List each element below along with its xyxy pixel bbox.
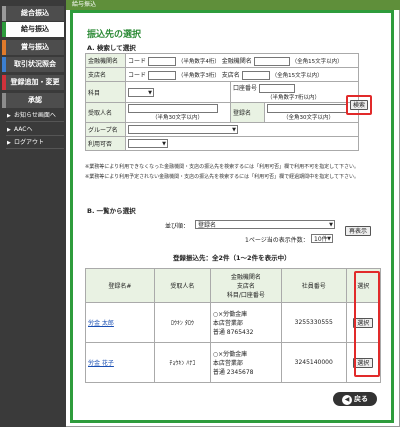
nav-item-torihiki-shokai[interactable]: 取引状況照会	[2, 57, 64, 72]
sort-select[interactable]: 登録名	[195, 220, 335, 230]
sort-label: 並び順：	[165, 223, 190, 230]
bank-name: ○×労働金庫	[212, 351, 248, 358]
branch-code-hint: （半角数字3桁）	[177, 72, 220, 79]
payee-hint: （半角30文字以内）	[152, 115, 203, 121]
nav-sub-notice[interactable]: お知らせ画面へ	[6, 110, 64, 122]
table-row: 労金 太郎 ﾛｳｷﾝ ﾀﾛｳ ○×労働金庫 本店営業部 普通 8765432 3…	[85, 302, 382, 343]
bank-name-input[interactable]	[253, 56, 290, 66]
branch-code-label: コード	[128, 71, 147, 79]
payee-name: ﾁｮｳｷﾝ ﾊﾅｺ	[153, 342, 211, 383]
page-title: 振込先の選択	[87, 30, 142, 40]
account-no-input[interactable]	[258, 84, 295, 93]
reg-name-input[interactable]	[267, 104, 348, 113]
nav-item-sogo-furikomi[interactable]: 総合振込	[2, 6, 64, 21]
back-arrow-icon: ◀	[342, 395, 352, 405]
nav-item-shoyo-furikomi[interactable]: 賞与振込	[2, 40, 64, 55]
group-label: グループ名	[85, 122, 126, 137]
nav-sub-aac[interactable]: AACへ	[6, 124, 64, 136]
back-button[interactable]: ◀ 戻る	[333, 392, 377, 406]
account-info: 普通 8765432	[212, 329, 254, 336]
branch-name-hint: （全角15文字以内）	[271, 72, 323, 79]
reg-name-link[interactable]: 労金 太郎	[88, 320, 114, 327]
reg-name-hint: （全角30文字以内）	[283, 115, 335, 121]
branch-name: 本店営業部	[212, 360, 243, 367]
sidebar-nav: 総合振込 給与振込 賞与振込 取引状況照会 登録追加・変更 承認 お知らせ画面へ…	[0, 0, 66, 427]
reg-name-label: 登録名	[230, 102, 266, 123]
select-column-highlight	[354, 271, 380, 377]
usage-select[interactable]	[128, 139, 168, 149]
header-bank: 金融機関名 支店名 科目/口座番号	[209, 268, 282, 303]
bank-name-hint: （全角15文字以内）	[291, 58, 343, 65]
nav-item-shonin[interactable]: 承認	[2, 93, 64, 108]
nav-sub-logout[interactable]: ログアウト	[6, 137, 64, 149]
bank-label: 金融機関名	[85, 53, 126, 68]
emp-no: 3245140000	[280, 342, 347, 383]
branch-name: 本店営業部	[212, 320, 243, 327]
branch-name-label: 支店名	[221, 71, 240, 79]
bank-code-hint: （半角数字4桁）	[177, 58, 220, 65]
per-page-label: 1ページ当の表示件数：	[245, 237, 309, 244]
section-a-title: A. 検索して選択	[87, 44, 136, 52]
payee-name: ﾛｳｷﾝ ﾀﾛｳ	[153, 302, 211, 343]
per-page-select[interactable]: 10件	[311, 234, 333, 244]
section-b-title: B. 一覧から選択	[87, 207, 136, 215]
nav-item-kyuyo-furikomi[interactable]: 給与振込	[2, 22, 64, 37]
branch-name-input[interactable]	[241, 70, 270, 80]
payee-label: 受取人名	[85, 102, 126, 123]
search-button[interactable]: 検索	[350, 100, 368, 110]
note-1: ※業務等により利用できなくなった金融機関・支店の振込先を検索するには「利用可否」…	[85, 164, 359, 170]
account-no-label: 口座番号	[233, 85, 258, 92]
main-content: 振込先の選択 A. 検索して選択 金融機関名 コード （半角数字4桁） 金融機関…	[70, 10, 394, 423]
search-form: 金融機関名 コード （半角数字4桁） 金融機関名 （全角15文字以内） 支店名 …	[85, 53, 359, 151]
group-select[interactable]	[128, 125, 238, 135]
table-row: 労金 花子 ﾁｮｳｷﾝ ﾊﾅｺ ○×労働金庫 本店営業部 普通 2345678 …	[85, 342, 382, 383]
note-2: ※業務等により利用予定されない金融機関・支店の振込先を検索するには「利用可否」欄…	[85, 174, 359, 180]
branch-code-input[interactable]	[147, 70, 176, 80]
header-payee: 受取人名	[153, 268, 211, 303]
payee-input[interactable]	[128, 104, 218, 113]
bank-code-label: コード	[128, 57, 147, 65]
emp-no: 3255330555	[280, 302, 347, 343]
header-reg-name: 登録名#	[85, 268, 155, 303]
account-info: 普通 2345678	[212, 369, 254, 376]
usage-label: 利用可否	[85, 136, 126, 151]
result-count: 登録振込先：全2件（1～2件を表示中）	[173, 254, 291, 262]
result-table: 登録名# 受取人名 金融機関名 支店名 科目/口座番号 社員番号 選択 労金 太…	[85, 268, 382, 383]
nav-item-toroku-tsuika[interactable]: 登録追加・変更	[2, 75, 64, 90]
top-bar: 給与振込	[66, 0, 400, 10]
branch-label: 支店名	[85, 67, 126, 82]
account-type-label: 科目	[85, 81, 126, 103]
bank-code-input[interactable]	[147, 56, 176, 66]
account-type-select[interactable]	[128, 87, 154, 98]
reg-name-link[interactable]: 労金 花子	[88, 360, 114, 367]
redisplay-button[interactable]: 再表示	[345, 226, 371, 236]
header-emp-no: 社員番号	[280, 268, 347, 303]
account-no-hint: （半角数字7桁以内）	[267, 95, 321, 101]
bank-name-label: 金融機関名	[221, 57, 252, 65]
bank-name: ○×労働金庫	[212, 311, 248, 318]
back-label: 戻る	[354, 395, 368, 403]
